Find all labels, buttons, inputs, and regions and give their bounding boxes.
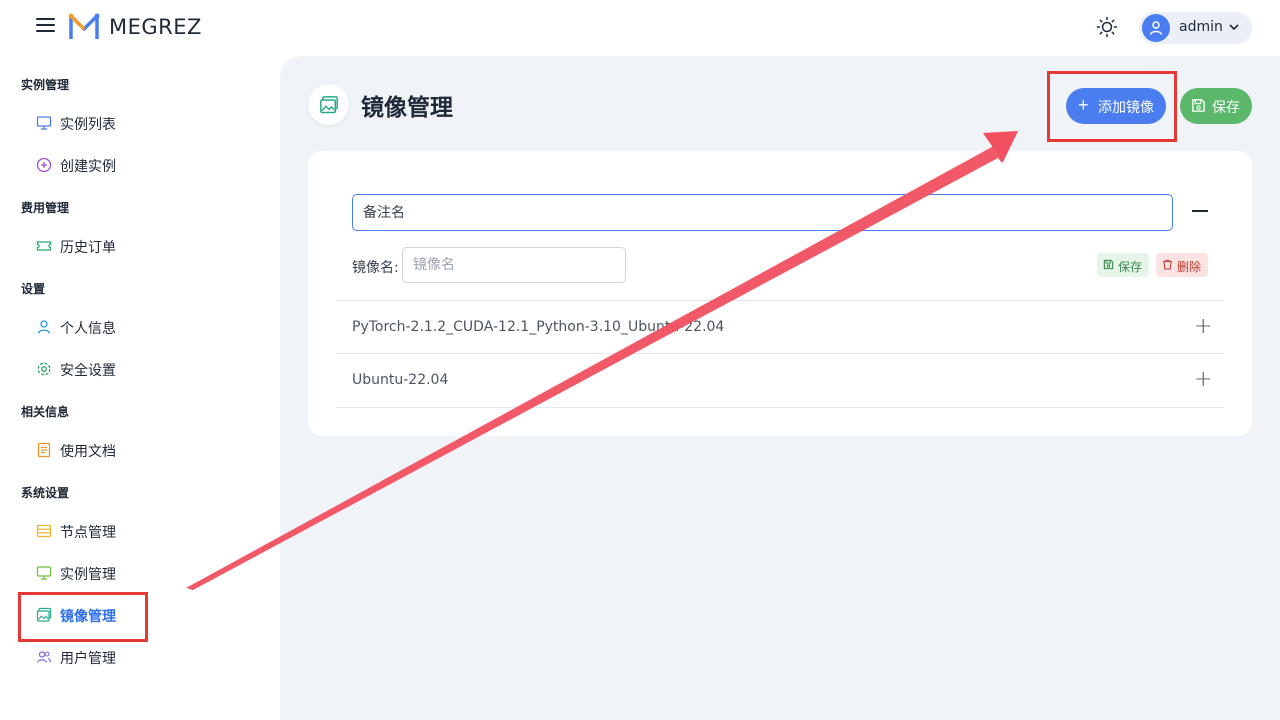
image-icon	[320, 96, 338, 114]
row-delete-label: 删除	[1177, 260, 1202, 274]
sidebar-item-label: 安全设置	[60, 363, 116, 379]
main-content: 镜像管理 + 添加镜像 保存 镜像名: 保存 删除 PyTorch-2.1.2_…	[280, 56, 1280, 720]
remark-name-input[interactable]	[352, 194, 1173, 231]
sidebar-section-title: 系统设置	[21, 486, 70, 500]
list-item[interactable]: Ubuntu-22.04 +	[336, 354, 1224, 406]
sidebar-item-label: 创建实例	[60, 159, 116, 175]
sidebar-item-label: 使用文档	[60, 444, 116, 460]
sidebar-item-label: 历史订单	[60, 240, 116, 256]
sidebar-item-label: 用户管理	[60, 651, 116, 667]
sidebar-item-create-instance[interactable]: 创建实例	[36, 150, 236, 180]
page-title: 镜像管理	[361, 95, 453, 121]
sidebar-item-security[interactable]: 安全设置	[36, 354, 236, 384]
sidebar-section-title: 相关信息	[21, 405, 70, 419]
users-icon	[36, 651, 52, 663]
gear-icon	[37, 362, 51, 376]
logo-icon	[68, 13, 100, 39]
save-label: 保存	[1212, 99, 1240, 115]
save-icon	[1103, 259, 1114, 270]
document-icon	[37, 442, 51, 458]
sun-icon[interactable]	[1096, 16, 1118, 38]
trash-icon	[1163, 259, 1172, 270]
user-name: admin	[1179, 19, 1223, 35]
brand-name: MEGREZ	[109, 15, 202, 39]
avatar	[1142, 14, 1170, 42]
sidebar-item-label: 实例列表	[60, 117, 116, 133]
sidebar-item-order-history[interactable]: 历史订单	[36, 231, 236, 261]
image-list-card: 镜像名: 保存 删除 PyTorch-2.1.2_CUDA-12.1_Pytho…	[308, 151, 1252, 436]
row-save-label: 保存	[1118, 260, 1143, 274]
sidebar-item-label: 个人信息	[60, 321, 116, 337]
chevron-down-icon	[1229, 24, 1239, 31]
plus-circle-icon	[36, 157, 52, 173]
image-name: PyTorch-2.1.2_CUDA-12.1_Python-3.10_Ubun…	[352, 319, 725, 335]
save-icon	[1192, 99, 1205, 112]
list-item[interactable]: PyTorch-2.1.2_CUDA-12.1_Python-3.10_Ubun…	[336, 301, 1224, 353]
server-icon	[36, 524, 52, 538]
sidebar-item-docs[interactable]: 使用文档	[36, 435, 236, 465]
collapse-icon[interactable]	[1192, 210, 1208, 212]
user-menu[interactable]: admin	[1139, 12, 1252, 44]
sidebar-item-label: 实例管理	[60, 567, 116, 583]
image-name-input[interactable]	[402, 247, 626, 283]
monitor-icon	[36, 566, 52, 580]
monitor-icon	[36, 116, 52, 130]
menu-icon[interactable]	[36, 18, 55, 36]
highlight-box-add-button	[1047, 71, 1177, 142]
sidebar-item-users[interactable]: 用户管理	[36, 642, 236, 672]
expand-icon[interactable]: +	[1194, 367, 1212, 392]
sidebar-item-instances[interactable]: 实例管理	[36, 558, 236, 588]
ticket-icon	[36, 241, 52, 251]
expand-icon[interactable]: +	[1194, 314, 1212, 339]
highlight-box-sidebar	[18, 592, 148, 642]
image-name: Ubuntu-22.04	[352, 372, 449, 388]
save-button[interactable]: 保存	[1180, 88, 1252, 124]
top-bar: MEGREZ admin	[0, 0, 1280, 56]
sidebar-section-title: 费用管理	[21, 201, 70, 215]
sidebar-item-label: 节点管理	[60, 525, 116, 541]
user-icon	[1149, 21, 1163, 35]
sidebar-item-nodes[interactable]: 节点管理	[36, 516, 236, 546]
sidebar-item-profile[interactable]: 个人信息	[36, 312, 236, 342]
row-delete-button[interactable]: 删除	[1156, 253, 1208, 277]
page-icon	[308, 84, 349, 125]
user-icon	[37, 320, 51, 334]
image-name-label: 镜像名:	[352, 260, 399, 276]
sidebar-item-instance-list[interactable]: 实例列表	[36, 108, 236, 138]
row-save-button[interactable]: 保存	[1097, 253, 1149, 277]
divider	[336, 407, 1224, 408]
sidebar-section-title: 实例管理	[21, 78, 70, 92]
sidebar-section-title: 设置	[21, 282, 46, 296]
